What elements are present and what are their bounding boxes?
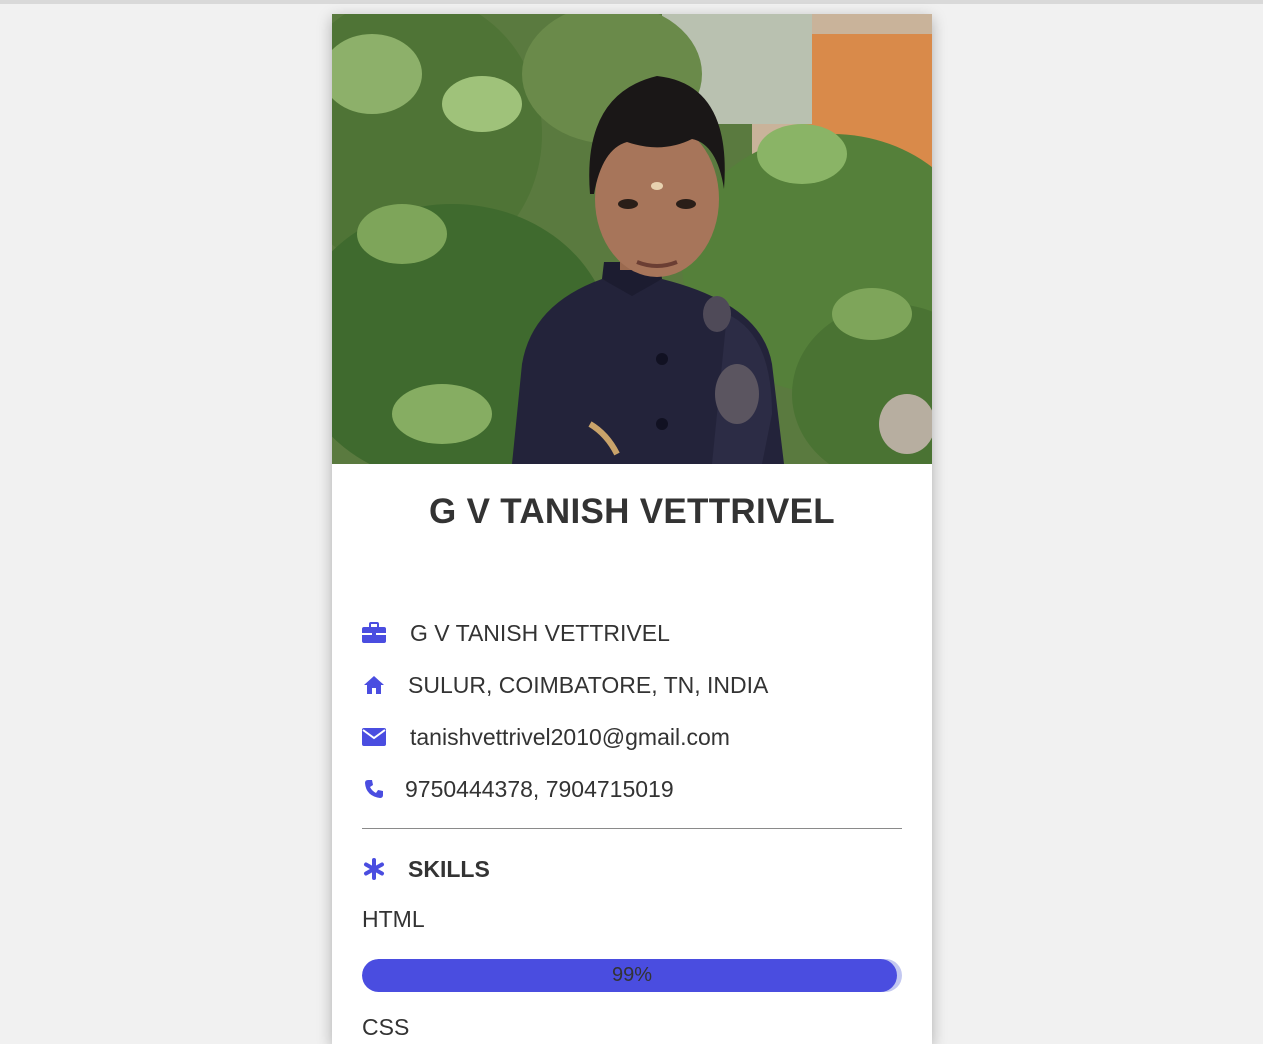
skill-progress-text: 99%: [611, 964, 653, 986]
skills-heading: SKILLS: [408, 855, 490, 882]
profile-name: G V TANISH VETTRIVEL: [429, 492, 835, 531]
skill-progress-html: 99%: [362, 959, 902, 992]
info-address-row: SULUR, COIMBATORE, TN, INDIA: [362, 670, 768, 700]
profile-card: G V TANISH VETTRIVEL G V TANISH VETTRIVE…: [332, 14, 932, 1044]
info-phone-text[interactable]: 9750444378, 7904715019: [405, 776, 674, 803]
skill-label-html: HTML: [362, 906, 425, 932]
envelope-icon: [362, 725, 386, 749]
section-divider: [362, 828, 902, 829]
profile-photo-illustration: [332, 14, 932, 464]
info-email-row: tanishvettrivel2010@gmail.com: [362, 722, 730, 752]
phone-icon: [362, 777, 386, 801]
info-email-text[interactable]: tanishvettrivel2010@gmail.com: [410, 724, 730, 751]
profile-photo: [332, 14, 932, 464]
browser-top-edge: [0, 0, 1263, 4]
briefcase-icon: [362, 621, 386, 645]
asterisk-icon: [362, 857, 386, 881]
skill-label-css: CSS: [362, 1014, 410, 1040]
info-job-text: G V TANISH VETTRIVEL: [410, 619, 670, 646]
skills-heading-row: SKILLS: [362, 854, 490, 884]
info-address-text: SULUR, COIMBATORE, TN, INDIA: [408, 671, 769, 698]
home-icon: [362, 673, 386, 697]
info-phone-row: 9750444378, 7904715019: [362, 774, 674, 804]
info-job-row: G V TANISH VETTRIVEL: [362, 618, 670, 648]
